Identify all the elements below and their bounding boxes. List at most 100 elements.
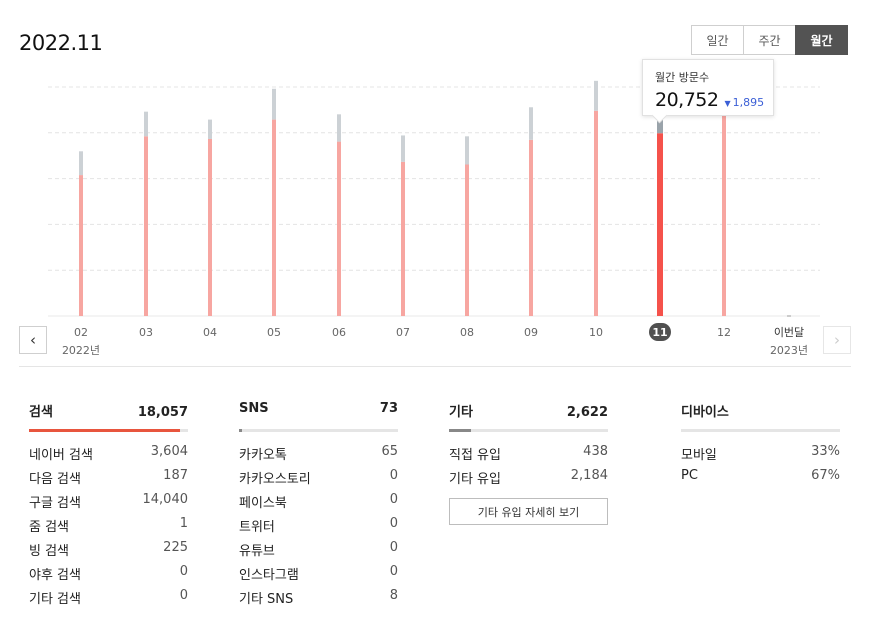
stat-label: 네이버 검색 bbox=[29, 448, 93, 463]
stats-panel: 검색 18,057 네이버 검색 3,604 다음 검색 187 구글 검색 14,040 줌 … bbox=[29, 401, 188, 612]
stat-value: 0 bbox=[389, 468, 398, 483]
x-tick-label: 04 bbox=[203, 326, 217, 339]
year-label-start: 2022년 bbox=[62, 344, 100, 357]
stat-row: 트위터 0 bbox=[239, 516, 398, 540]
panel-header: 기타 2,622 bbox=[449, 401, 608, 423]
stat-value: 14,040 bbox=[142, 492, 189, 507]
stat-row: 줌 검색 1 bbox=[29, 516, 188, 540]
bar-visits bbox=[208, 138, 212, 316]
bar-visits bbox=[272, 119, 276, 316]
panel-rows: 네이버 검색 3,604 다음 검색 187 구글 검색 14,040 줌 검색 1 빙 검색 2… bbox=[29, 444, 188, 612]
stat-value: 2,184 bbox=[570, 468, 608, 483]
bar-secondary bbox=[79, 151, 83, 176]
stat-row: 카카오스토리 0 bbox=[239, 468, 398, 492]
previous-button[interactable]: ‹ bbox=[19, 326, 47, 354]
stat-value: 8 bbox=[389, 588, 398, 603]
panel-share-fill bbox=[29, 429, 181, 432]
next-button[interactable]: › bbox=[823, 326, 851, 354]
stat-row: 네이버 검색 3,604 bbox=[29, 444, 188, 468]
stat-row: PC 67% bbox=[681, 468, 840, 492]
bar-visits bbox=[401, 161, 405, 316]
stat-label: 인스타그램 bbox=[239, 568, 299, 583]
stat-value: 33% bbox=[811, 444, 840, 459]
panel-share-bar bbox=[29, 429, 188, 432]
bar-secondary bbox=[272, 88, 276, 120]
stat-label: 카카오톡 bbox=[239, 448, 287, 463]
stat-row: 기타 유입 2,184 bbox=[449, 468, 608, 492]
stat-row: 구글 검색 14,040 bbox=[29, 492, 188, 516]
panel-total: 2,622 bbox=[566, 405, 608, 420]
stats-panel: 기타 2,622 직접 유입 438 기타 유입 2,184 기타 유입 자세히 보기 bbox=[449, 401, 608, 525]
bar-secondary bbox=[594, 80, 598, 111]
bar-visits bbox=[722, 114, 726, 316]
stat-row: 페이스북 0 bbox=[239, 492, 398, 516]
stat-value: 0 bbox=[389, 516, 398, 531]
panel-rows: 모바일 33% PC 67% bbox=[681, 444, 840, 492]
panel-title: SNS bbox=[239, 401, 269, 416]
tooltip-value: 20,752 bbox=[655, 89, 719, 111]
year-label-end: 2023년 bbox=[770, 344, 808, 357]
panel-header: SNS 73 bbox=[239, 401, 398, 423]
x-tick-label: 11 bbox=[652, 326, 667, 339]
x-tick-label: 03 bbox=[139, 326, 153, 339]
stat-value: 0 bbox=[389, 540, 398, 555]
bar-visits bbox=[594, 110, 598, 317]
panel-title: 디바이스 bbox=[681, 405, 729, 420]
panel-header: 디바이스 bbox=[681, 401, 840, 423]
stat-row: 유튜브 0 bbox=[239, 540, 398, 564]
stat-row: 빙 검색 225 bbox=[29, 540, 188, 564]
stat-label: 모바일 bbox=[681, 448, 717, 463]
other-traffic-detail-button[interactable]: 기타 유입 자세히 보기 bbox=[449, 498, 608, 525]
x-tick-label: 05 bbox=[267, 326, 281, 339]
stat-row: 모바일 33% bbox=[681, 444, 840, 468]
stat-label: 다음 검색 bbox=[29, 472, 81, 487]
stats-panel: 디바이스모바일 33% PC 67% bbox=[681, 401, 840, 492]
stat-label: 유튜브 bbox=[239, 544, 275, 559]
stat-row: 카카오톡 65 bbox=[239, 444, 398, 468]
stat-value: 3,604 bbox=[150, 444, 188, 459]
bar-secondary bbox=[401, 135, 405, 162]
panel-share-bar bbox=[449, 429, 608, 432]
stat-value: 0 bbox=[179, 588, 188, 603]
panel-share-bar bbox=[239, 429, 398, 432]
bar-visits bbox=[79, 175, 83, 316]
panel-total: 73 bbox=[379, 401, 398, 416]
stat-label: PC bbox=[681, 468, 698, 483]
stat-value: 0 bbox=[179, 564, 188, 579]
bar-secondary bbox=[337, 114, 341, 142]
stat-value: 187 bbox=[163, 468, 188, 483]
bar-secondary bbox=[465, 136, 469, 165]
x-tick-label: 이번달 bbox=[774, 326, 804, 339]
stat-label: 직접 유입 bbox=[449, 448, 501, 463]
bar-visits bbox=[529, 139, 533, 316]
bar-secondary bbox=[529, 107, 533, 140]
visits-tooltip: 월간 방문수 20,752 ▼ 1,895 bbox=[642, 59, 774, 116]
stat-label: 기타 검색 bbox=[29, 592, 81, 607]
bar-secondary bbox=[208, 119, 212, 139]
x-tick-label: 08 bbox=[460, 326, 474, 339]
panel-rows: 직접 유입 438 기타 유입 2,184 bbox=[449, 444, 608, 492]
tooltip-change-value: 1,895 bbox=[732, 96, 765, 109]
stat-row: 직접 유입 438 bbox=[449, 444, 608, 468]
stat-label: 트위터 bbox=[239, 520, 275, 535]
tooltip-change: ▼ 1,895 bbox=[724, 96, 764, 109]
bar-visits bbox=[337, 141, 341, 316]
stat-label: 기타 SNS bbox=[239, 592, 294, 607]
panel-header: 검색 18,057 bbox=[29, 401, 188, 423]
chevron-left-icon: ‹ bbox=[30, 331, 36, 349]
chart-canvas: 02 03 04 05 06 07 08 09 10 11 12 이번달 2022년 2023년 bbox=[48, 80, 820, 357]
stat-label: 줌 검색 bbox=[29, 520, 70, 535]
stat-value: 67% bbox=[811, 468, 840, 483]
stat-label: 구글 검색 bbox=[29, 496, 81, 511]
stat-label: 빙 검색 bbox=[29, 544, 70, 559]
down-triangle-icon: ▼ bbox=[724, 99, 731, 108]
panel-share-fill bbox=[449, 429, 472, 432]
tooltip-label: 월간 방문수 bbox=[655, 71, 710, 84]
stat-row: 기타 SNS 8 bbox=[239, 588, 398, 612]
panel-share-fill bbox=[239, 429, 243, 432]
stat-value: 0 bbox=[389, 564, 398, 579]
stat-row: 다음 검색 187 bbox=[29, 468, 188, 492]
panel-rows: 카카오톡 65 카카오스토리 0 페이스북 0 트위터 0 유튜브 0 인스타그램 0 기타 SNS 8 bbox=[239, 444, 398, 612]
stat-row: 기타 검색 0 bbox=[29, 588, 188, 612]
panel-share-bar bbox=[681, 429, 840, 432]
